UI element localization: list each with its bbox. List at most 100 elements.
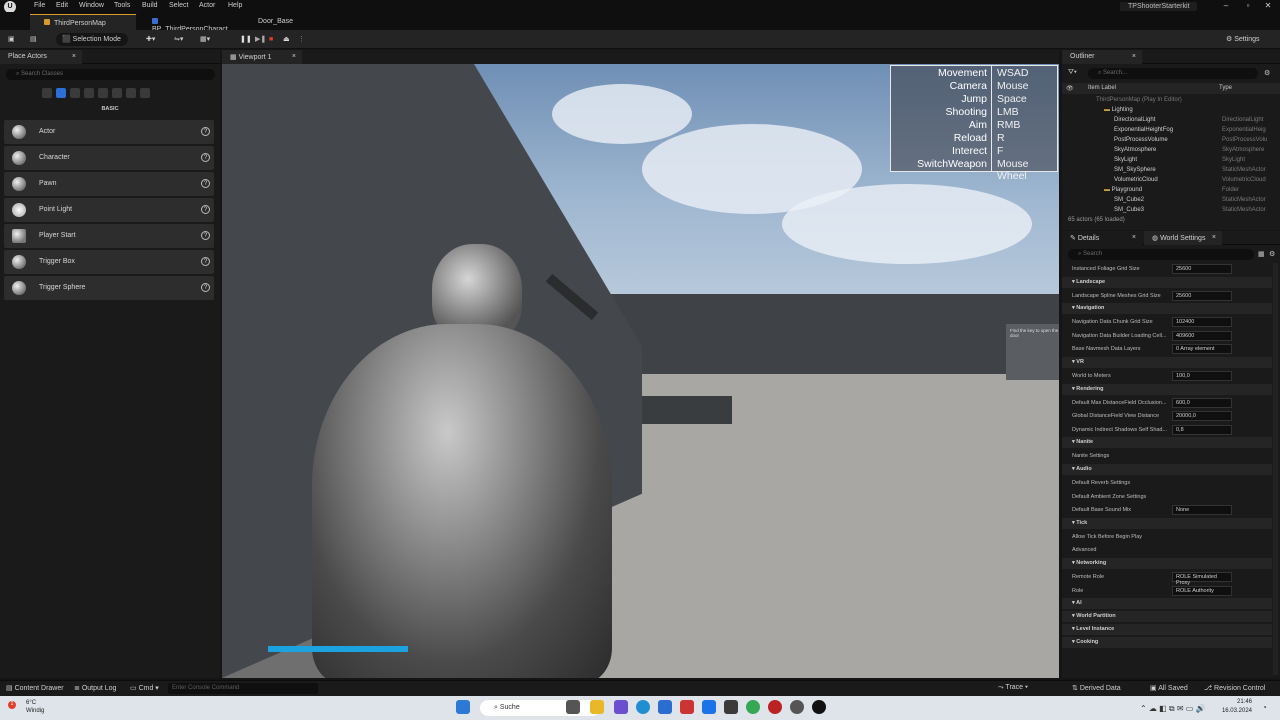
property-value-field[interactable]: 600,0: [1172, 397, 1232, 408]
menu-select[interactable]: Select: [169, 2, 188, 9]
teams-icon[interactable]: [614, 700, 628, 714]
details-section-header[interactable]: ▾ Audio: [1062, 464, 1272, 475]
details-property-row[interactable]: Base Navmesh Data Layers 0 Array element: [1062, 343, 1272, 356]
details-property-row[interactable]: Default Reverb Settings: [1062, 477, 1272, 490]
shapes-icon[interactable]: [84, 88, 94, 98]
property-value-field[interactable]: 0 Array element: [1172, 344, 1232, 355]
unreal-taskbar-icon[interactable]: [812, 700, 826, 714]
app-icon[interactable]: [724, 700, 738, 714]
tab-third-person-map[interactable]: ThirdPersonMap: [30, 14, 136, 30]
content-drawer-button[interactable]: ▤ Content Drawer: [6, 684, 64, 692]
add-actor-icon[interactable]: ✚▾: [146, 33, 155, 46]
actor-item-pawn[interactable]: Pawn ?: [4, 172, 214, 196]
details-search-input[interactable]: ⌕ Search: [1068, 249, 1254, 260]
menu-edit[interactable]: Edit: [56, 2, 68, 9]
details-property-row[interactable]: Dynamic Indirect Shadows Self Shad... 0,8: [1062, 424, 1272, 437]
trace-dropdown[interactable]: ⤳ Trace ▾: [998, 684, 1028, 692]
details-property-row[interactable]: Advanced: [1062, 544, 1272, 557]
col-item-label[interactable]: Item Label: [1088, 85, 1116, 91]
close-icon[interactable]: ×: [1212, 234, 1216, 241]
property-value-field[interactable]: 100,0: [1172, 371, 1232, 381]
tree-row[interactable]: ▬ Playground Folder: [1062, 186, 1280, 196]
property-value-field[interactable]: 0,8: [1172, 424, 1232, 435]
tree-row[interactable]: PostProcessVolume PostProcessVolu: [1062, 136, 1280, 146]
tree-row[interactable]: ExponentialHeightFog ExponentialHeig: [1062, 126, 1280, 136]
stop-icon[interactable]: ■: [269, 33, 273, 46]
console-input[interactable]: Enter Console Command: [168, 683, 318, 694]
property-value-field[interactable]: ROLE Simulated Proxy: [1172, 572, 1232, 586]
details-tab[interactable]: ✎ Details ×: [1062, 231, 1142, 245]
clock-time[interactable]: 21:46: [1212, 699, 1252, 705]
frame-skip-icon[interactable]: ▶❚: [255, 33, 266, 46]
close-icon[interactable]: ×: [72, 53, 76, 60]
revision-control-button[interactable]: ⎇ Revision Control: [1204, 684, 1265, 692]
taskbar-search[interactable]: ⌕ Suche: [480, 700, 600, 716]
details-section-header[interactable]: ▾ Navigation: [1062, 303, 1272, 315]
system-tray-icons[interactable]: ⌃ ☁ ◧ ⧉ ✉ ▭ 🔊: [1140, 704, 1206, 714]
property-value-field[interactable]: 102400: [1172, 317, 1232, 328]
actor-item-trigger-sphere[interactable]: Trigger Sphere ?: [4, 276, 214, 300]
actor-item-character[interactable]: Character ?: [4, 146, 214, 170]
tree-row[interactable]: ▬ Lighting: [1062, 106, 1280, 116]
details-section-header[interactable]: ▾ VR: [1062, 357, 1272, 368]
menu-file[interactable]: File: [34, 2, 45, 9]
property-value-field[interactable]: 409600: [1172, 330, 1232, 341]
viewport-tab[interactable]: ▦ Viewport 1 ×: [222, 50, 302, 64]
help-icon[interactable]: ?: [201, 205, 210, 214]
store-icon[interactable]: [658, 700, 672, 714]
details-section-header[interactable]: ▾ Rendering: [1062, 383, 1272, 395]
details-property-row[interactable]: Role ROLE Authority: [1062, 585, 1272, 598]
tree-row[interactable]: SkyLight SkyLight: [1062, 156, 1280, 166]
help-icon[interactable]: ?: [201, 257, 210, 266]
details-property-row[interactable]: Default Max DistanceField Occlusion... 60…: [1062, 397, 1272, 410]
property-value-field[interactable]: ROLE Authority: [1172, 585, 1232, 596]
details-property-row[interactable]: Navigation Data Builder Loading Cell... 4…: [1062, 330, 1272, 343]
settings-button[interactable]: ⚙ Settings: [1226, 33, 1260, 46]
output-log-button[interactable]: ≣ Output Log: [74, 684, 116, 692]
details-section-header[interactable]: ▾ Nanite: [1062, 437, 1272, 449]
search-classes-input[interactable]: ⌕ Search Classes: [6, 69, 215, 80]
tree-row[interactable]: SM_Cube3 StaticMeshActor: [1062, 206, 1280, 216]
close-icon[interactable]: ×: [1132, 53, 1136, 60]
help-icon[interactable]: ?: [201, 283, 210, 292]
menu-help[interactable]: Help: [228, 2, 242, 9]
task-view-icon[interactable]: [566, 700, 580, 714]
help-icon[interactable]: ?: [201, 231, 210, 240]
outliner-search-input[interactable]: ⌕ Search...: [1088, 68, 1258, 79]
help-icon[interactable]: ?: [201, 153, 210, 162]
close-icon[interactable]: ×: [292, 53, 296, 60]
more-icon[interactable]: ⋮: [298, 33, 305, 46]
cinematic-icon[interactable]: [98, 88, 108, 98]
help-icon[interactable]: ?: [201, 127, 210, 136]
place-actors-tab[interactable]: Place Actors ×: [0, 50, 82, 64]
derived-data-button[interactable]: ⇅ Derived Data: [1072, 684, 1121, 692]
close-icon[interactable]: ×: [1132, 234, 1136, 241]
details-property-row[interactable]: Landscape Spline Meshes Grid Size 25600: [1062, 290, 1272, 303]
all-saved-button[interactable]: ▣ All Saved: [1150, 684, 1188, 692]
close-window-icon[interactable]: ✕: [1254, 1, 1280, 10]
chrome-icon[interactable]: [746, 700, 760, 714]
property-value-field[interactable]: 25600: [1172, 264, 1232, 274]
details-section-header[interactable]: ▾ Level Instance: [1062, 624, 1272, 636]
eject-icon[interactable]: ⏏: [283, 33, 290, 46]
details-scrollbar[interactable]: [1273, 263, 1278, 675]
tree-row[interactable]: VolumetricCloud VolumetricCloud: [1062, 176, 1280, 186]
menu-build[interactable]: Build: [142, 2, 158, 9]
notification-icon[interactable]: ◔: [1262, 703, 1267, 712]
actor-item-player-start[interactable]: Player Start ?: [4, 224, 214, 248]
blueprints-icon[interactable]: ⇋▾: [174, 33, 183, 46]
details-property-row[interactable]: Navigation Data Chunk Grid Size 102400: [1062, 316, 1272, 329]
volumes-icon[interactable]: [126, 88, 136, 98]
details-section-header[interactable]: ▾ Networking: [1062, 558, 1272, 569]
selection-mode-dropdown[interactable]: ⬛ Selection Mode ▾: [56, 33, 128, 56]
clock-date[interactable]: 16.03.2024: [1200, 708, 1252, 714]
tree-row[interactable]: DirectionalLight DirectionalLight: [1062, 116, 1280, 126]
tree-row[interactable]: SkyAtmosphere SkyAtmosphere: [1062, 146, 1280, 156]
weather-widget[interactable]: 1 6°C Windig: [8, 700, 88, 718]
details-property-row[interactable]: Global DistanceField View Distance 20000,…: [1062, 410, 1272, 423]
col-type[interactable]: Type: [1219, 85, 1232, 91]
details-property-row[interactable]: Remote Role ROLE Simulated Proxy: [1062, 571, 1272, 586]
outliner-tab[interactable]: Outliner ×: [1062, 50, 1142, 64]
menu-actor[interactable]: Actor: [199, 2, 215, 9]
details-section-header[interactable]: ▾ Landscape: [1062, 276, 1272, 288]
